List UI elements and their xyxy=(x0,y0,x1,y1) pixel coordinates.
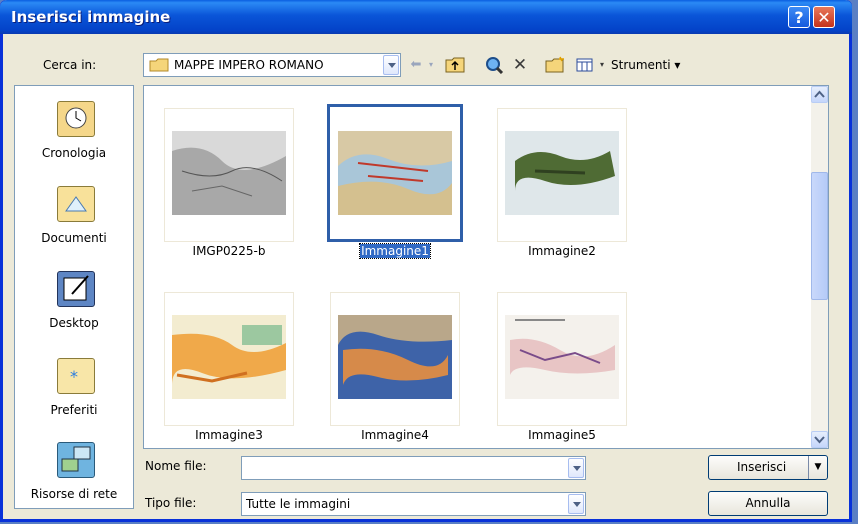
places-bar: Cronologia Documenti Desktop * Preferiti… xyxy=(14,85,134,509)
insert-options-chevron-icon[interactable]: ▼ xyxy=(808,456,827,479)
thumbnail-frame[interactable] xyxy=(330,292,460,426)
filename-label: Nome file: xyxy=(145,459,207,473)
views-menu-icon[interactable]: ▾ xyxy=(597,55,607,75)
map-thumbnail-image xyxy=(338,131,452,215)
file-name[interactable]: Immagine3 xyxy=(144,428,314,442)
views-icon[interactable] xyxy=(574,55,596,75)
delete-icon[interactable]: ✕ xyxy=(510,55,530,75)
chevron-down-icon[interactable] xyxy=(383,55,399,75)
thumbnail-frame[interactable] xyxy=(497,292,627,426)
place-label: Desktop xyxy=(49,316,99,330)
place-label: Risorse di rete xyxy=(30,487,118,501)
tools-menu[interactable]: Strumenti ▾ xyxy=(611,55,701,75)
favorites-folder-icon: * xyxy=(57,358,95,394)
filetype-value: Tutte le immagini xyxy=(246,497,351,511)
place-network[interactable]: Risorse di rete xyxy=(15,442,133,507)
filename-input[interactable] xyxy=(241,456,586,480)
folder-icon xyxy=(149,58,169,72)
cancel-button[interactable]: Annulla xyxy=(708,491,828,516)
insert-picture-dialog: Inserisci immagine ? ✕ Cerca in: MAPPE I… xyxy=(0,0,852,522)
scroll-down-button[interactable] xyxy=(811,431,828,448)
insert-button[interactable]: Inserisci ▼ xyxy=(708,455,828,480)
back-menu-icon[interactable]: ▾ xyxy=(426,55,436,75)
file-name[interactable]: IMGP0225-b xyxy=(144,244,314,258)
thumbnail-frame[interactable] xyxy=(497,108,627,242)
documents-folder-icon xyxy=(57,186,95,222)
dialog-title: Inserisci immagine xyxy=(11,8,171,26)
desktop-icon xyxy=(57,271,95,307)
title-bar[interactable]: Inserisci immagine ? ✕ xyxy=(0,0,852,34)
network-icon xyxy=(57,442,95,478)
place-desktop[interactable]: Desktop xyxy=(15,271,133,341)
file-name[interactable]: Immagine4 xyxy=(310,428,480,442)
place-documents[interactable]: Documenti xyxy=(15,186,133,256)
file-name-selected[interactable]: Immagine1 xyxy=(310,243,480,259)
svg-text:*: * xyxy=(70,367,78,386)
thumbnail-frame[interactable] xyxy=(164,292,294,426)
map-thumbnail-image xyxy=(505,131,619,215)
file-list[interactable]: IMGP0225-b Immagine1 Immagine2 Immagine3… xyxy=(143,85,829,449)
file-name[interactable]: Immagine5 xyxy=(477,428,647,442)
up-folder-icon[interactable] xyxy=(444,55,466,75)
new-folder-icon[interactable] xyxy=(544,55,566,75)
map-thumbnail-image xyxy=(172,131,286,215)
web-search-icon[interactable] xyxy=(483,55,505,75)
place-history[interactable]: Cronologia xyxy=(15,101,133,171)
back-arrow-icon[interactable]: ⬅ xyxy=(407,55,425,75)
filetype-label: Tipo file: xyxy=(145,496,197,510)
help-button[interactable]: ? xyxy=(788,6,810,28)
place-label: Documenti xyxy=(41,231,107,245)
look-in-label: Cerca in: xyxy=(43,58,97,72)
file-name[interactable]: Immagine2 xyxy=(477,244,647,258)
scroll-up-button[interactable] xyxy=(811,86,828,103)
place-label: Preferiti xyxy=(50,403,98,417)
place-label: Cronologia xyxy=(41,146,107,160)
close-button[interactable]: ✕ xyxy=(813,6,835,28)
map-thumbnail-image xyxy=(172,315,286,399)
filetype-dropdown[interactable]: Tutte le immagini xyxy=(241,492,586,516)
look-in-dropdown[interactable]: MAPPE IMPERO ROMANO xyxy=(143,53,401,77)
thumbnail-frame[interactable] xyxy=(327,104,463,242)
insert-button-label: Inserisci xyxy=(737,460,787,474)
place-favorites[interactable]: * Preferiti xyxy=(15,358,133,428)
history-icon xyxy=(57,101,95,137)
scroll-thumb[interactable] xyxy=(811,172,828,300)
map-thumbnail-image xyxy=(338,315,452,399)
look-in-value: MAPPE IMPERO ROMANO xyxy=(174,58,324,72)
vertical-scrollbar[interactable] xyxy=(811,86,828,448)
thumbnail-frame[interactable] xyxy=(164,108,294,242)
chevron-down-icon[interactable] xyxy=(568,458,584,478)
chevron-down-icon[interactable] xyxy=(568,494,584,514)
map-thumbnail-image xyxy=(505,315,619,399)
